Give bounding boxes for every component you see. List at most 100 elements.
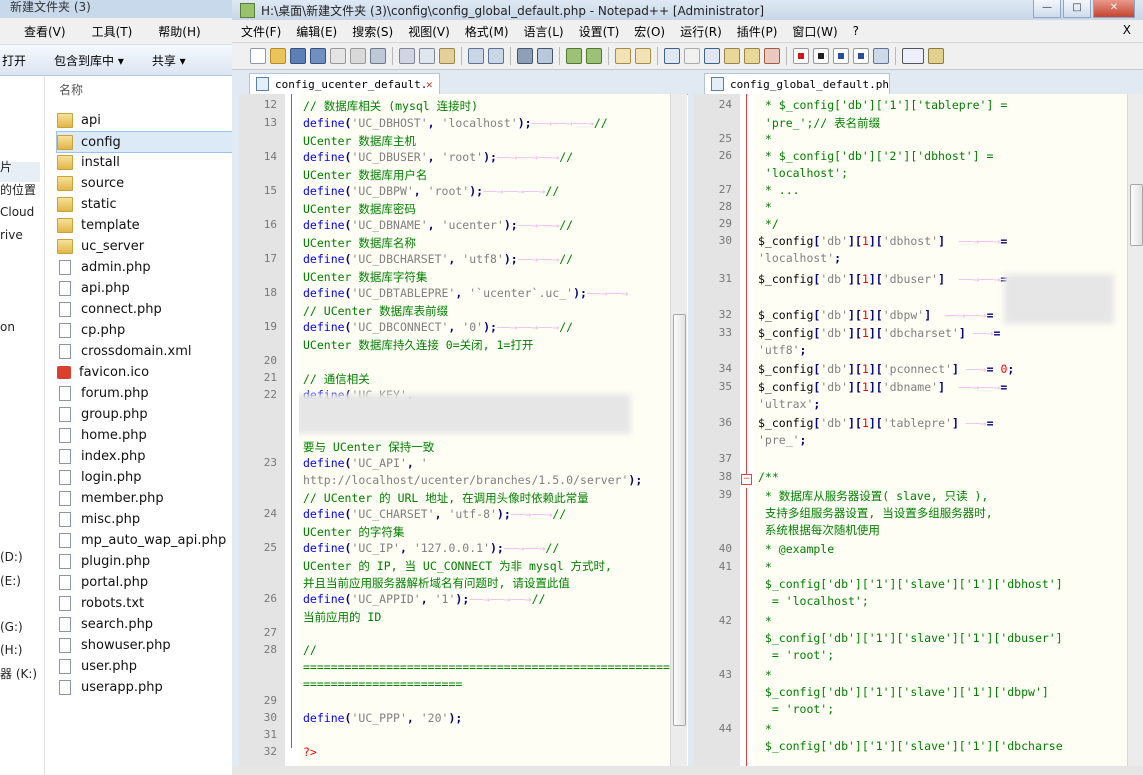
list-item[interactable]: misc.php [57, 509, 232, 529]
find-icon[interactable] [517, 48, 533, 64]
vertical-scrollbar[interactable] [670, 94, 687, 766]
list-item[interactable]: forum.php [57, 383, 232, 403]
nav-item[interactable]: Cloud [0, 205, 34, 219]
menu-window[interactable]: 窗口(W) [792, 23, 837, 40]
menu-tools[interactable]: 工具(T) [92, 23, 133, 40]
close-document-button[interactable]: X [1123, 23, 1131, 37]
save-icon[interactable] [290, 48, 306, 64]
indent-guide-icon[interactable] [704, 48, 720, 64]
tab-close-icon[interactable]: ✕ [426, 78, 433, 91]
list-item[interactable]: connect.php [57, 299, 232, 319]
list-item[interactable]: home.php [57, 425, 232, 445]
stop-macro-icon[interactable] [813, 48, 829, 64]
vertical-scrollbar[interactable] [1127, 94, 1143, 766]
code-area[interactable]: // 数据库相关 (mysql 连接时) define('UC_DBHOST', … [299, 94, 670, 766]
open-file-icon[interactable] [270, 48, 286, 64]
run-macro-multiple-icon[interactable] [853, 48, 869, 64]
sync-vertical-icon[interactable] [615, 48, 631, 64]
list-item[interactable]: search.php [57, 614, 232, 634]
new-file-icon[interactable] [250, 48, 266, 64]
sync-horizontal-icon[interactable] [635, 48, 651, 64]
nav-item[interactable]: (H:) [0, 643, 22, 657]
menu-plugins[interactable]: 插件(P) [737, 23, 778, 40]
list-item[interactable]: api.php [57, 278, 232, 298]
nav-item[interactable]: 片 [0, 158, 12, 175]
list-item[interactable]: userapp.php [57, 677, 232, 697]
zoom-in-icon[interactable] [566, 48, 582, 64]
save-all-icon[interactable] [310, 48, 326, 64]
list-item[interactable]: uc_server [57, 236, 232, 256]
tab-config-ucenter-default[interactable]: config_ucenter_default.php ✕ [249, 73, 440, 94]
column-header-name[interactable]: 名称 [45, 76, 232, 104]
paste-icon[interactable] [439, 48, 455, 64]
share-button[interactable]: 共享 ▾ [152, 52, 186, 69]
copy-icon[interactable] [419, 48, 435, 64]
print-icon[interactable] [370, 48, 386, 64]
menu-search[interactable]: 搜索(S) [352, 23, 393, 40]
list-item[interactable]: source [57, 173, 232, 193]
redo-icon[interactable] [488, 48, 504, 64]
fold-collapse-icon[interactable]: − [741, 474, 752, 485]
list-item[interactable]: member.php [57, 488, 232, 508]
code-area[interactable]: * $_config['db']['1']['tablepre'] = 'pre… [754, 94, 1127, 766]
save-macro-icon[interactable] [873, 48, 889, 64]
menu-help[interactable]: 帮助(H) [158, 23, 200, 40]
nav-item[interactable]: (G:) [0, 620, 23, 634]
list-item[interactable]: plugin.php [57, 551, 232, 571]
menu-language[interactable]: 语言(L) [524, 23, 564, 40]
list-item[interactable]: portal.php [57, 572, 232, 592]
close-all-icon[interactable] [350, 48, 366, 64]
list-item[interactable]: config [56, 131, 232, 153]
nav-item[interactable]: (D:) [0, 550, 23, 564]
user-language-icon[interactable] [724, 48, 740, 64]
plugin-tool-icon[interactable] [928, 48, 944, 64]
tab-config-global-default[interactable]: config_global_default.php ✕ [704, 73, 890, 94]
list-item[interactable]: crossdomain.xml [57, 341, 232, 361]
record-macro-icon[interactable] [793, 48, 809, 64]
word-wrap-icon[interactable] [664, 48, 680, 64]
nav-item[interactable]: rive [0, 228, 23, 242]
list-item[interactable]: showuser.php [57, 635, 232, 655]
list-item[interactable]: index.php [57, 446, 232, 466]
close-window-button[interactable]: ✕ [1093, 0, 1135, 18]
menu-macro[interactable]: 宏(O) [634, 23, 665, 40]
nav-item[interactable]: 的位置 [0, 181, 36, 198]
cut-icon[interactable] [399, 48, 415, 64]
menu-run[interactable]: 运行(R) [680, 23, 722, 40]
menu-settings[interactable]: 设置(T) [579, 23, 620, 40]
maximize-button[interactable]: □ [1063, 0, 1091, 18]
menu-view[interactable]: 查看(V) [24, 23, 66, 40]
list-item[interactable]: group.php [57, 404, 232, 424]
document-map-icon[interactable] [744, 48, 760, 64]
list-item[interactable]: install [57, 152, 232, 172]
list-item[interactable]: template [57, 215, 232, 235]
menu-edit[interactable]: 编辑(E) [296, 23, 337, 40]
nav-item[interactable]: on [0, 320, 15, 334]
list-item[interactable]: admin.php [57, 257, 232, 277]
menu-file[interactable]: 文件(F) [241, 23, 281, 40]
zoom-out-icon[interactable] [586, 48, 602, 64]
show-all-chars-icon[interactable] [684, 48, 700, 64]
minimize-button[interactable]: — [1033, 0, 1061, 18]
list-item[interactable]: api [57, 110, 232, 130]
close-file-icon[interactable] [330, 48, 346, 64]
list-item[interactable]: login.php [57, 467, 232, 487]
undo-icon[interactable] [468, 48, 484, 64]
scrollbar-thumb[interactable] [1130, 184, 1143, 246]
list-item[interactable]: favicon.ico [57, 362, 232, 382]
scrollbar-thumb[interactable] [673, 314, 686, 726]
play-macro-icon[interactable] [833, 48, 849, 64]
menu-help-npp[interactable]: ? [853, 24, 859, 38]
menu-view-npp[interactable]: 视图(V) [408, 23, 450, 40]
list-item[interactable]: robots.txt [57, 593, 232, 613]
replace-icon[interactable] [537, 48, 553, 64]
include-in-library-button[interactable]: 包含到库中 ▾ [54, 52, 124, 69]
spell-check-icon[interactable] [902, 48, 924, 64]
function-list-icon[interactable] [764, 48, 780, 64]
list-item[interactable]: user.php [57, 656, 232, 676]
list-item[interactable]: cp.php [57, 320, 232, 340]
open-button[interactable]: 打开 [2, 52, 26, 69]
nav-item[interactable]: (E:) [0, 574, 21, 588]
list-item[interactable]: static [57, 194, 232, 214]
list-item[interactable]: mp_auto_wap_api.php [57, 530, 232, 550]
